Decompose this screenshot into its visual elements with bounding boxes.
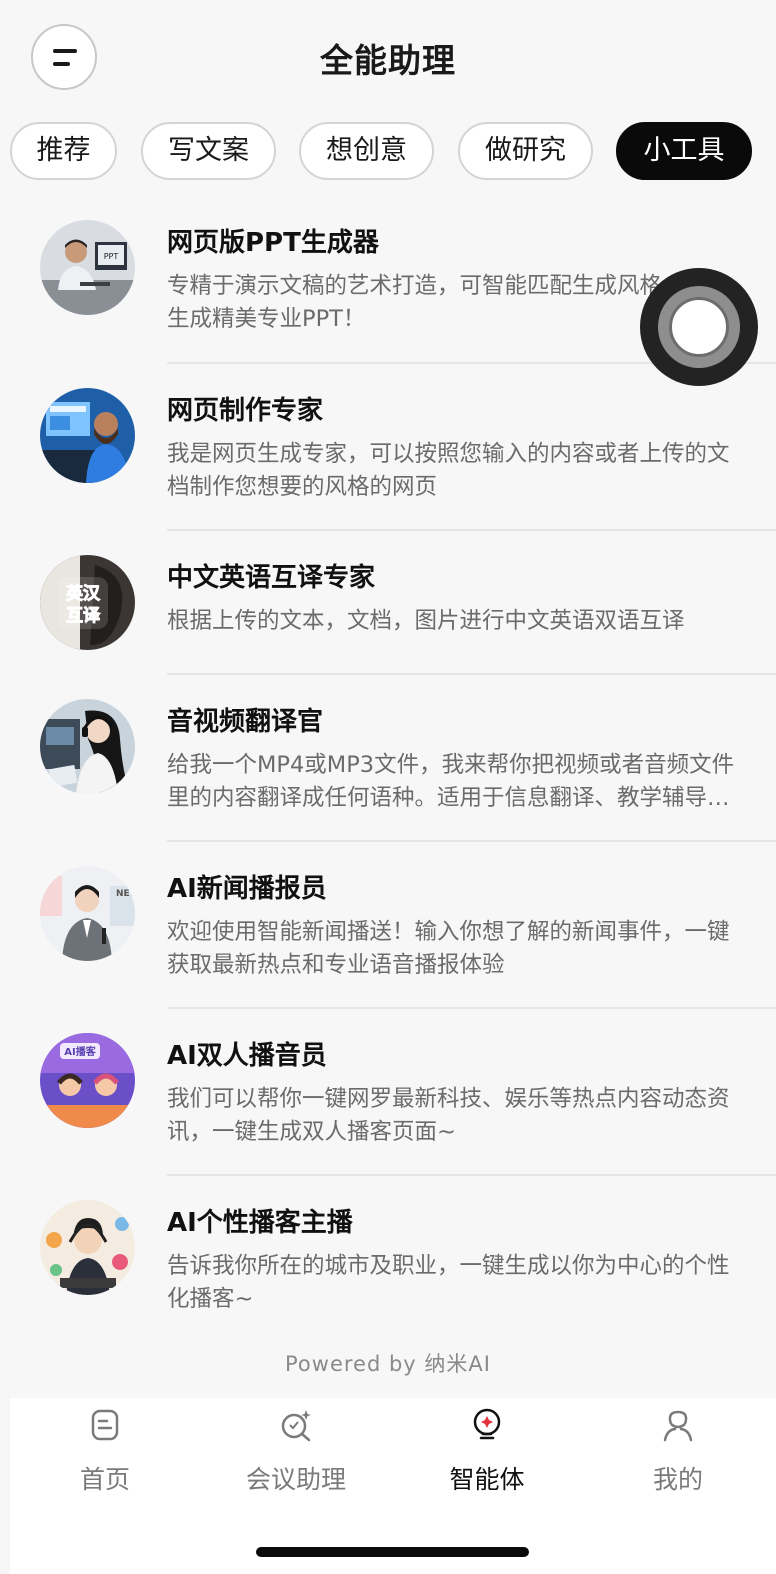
agent-description: 欢迎使用智能新闻播送！输入你想了解的新闻事件，一键获取最新热点和专业语音播报体验 [167,919,730,978]
profile-icon [663,1410,693,1442]
headset-translator-avatar [40,699,135,794]
agent-description: 给我一个MP4或MP3文件，我来帮你把视频或者音频文件里的内容翻译成任何语种。适… [167,752,735,811]
page-title: 全能助理 [320,41,456,80]
meeting-search-icon [281,1410,311,1442]
list-item[interactable]: 英汉 互译 中文英语互译专家 根据上传的文本，文档，图片进行中文英语双语互译 [0,531,776,675]
podcast-avatar-text: AI播客 [64,1045,96,1058]
nav-profile-label: 我的 [652,1465,703,1494]
agent-title: AI新闻播报员 [167,874,327,904]
header: 全能助理 [0,0,776,112]
nav-meeting[interactable]: 会议助理 [201,1398,391,1508]
svg-text:互译: 互译 [66,606,101,626]
agent-description: 告诉我你所在的城市及职业，一键生成以你为中心的个性化播客~ [167,1253,730,1312]
nav-agents-label: 智能体 [449,1465,525,1494]
web-developer-avatar [40,388,135,483]
news-anchor-avatar: NEWS [40,866,135,961]
ppt-presenter-avatar: PPT [40,220,135,315]
tab-recommend[interactable]: 推荐 [10,122,117,180]
bulb-agent-icon [473,1408,501,1440]
nav-profile[interactable]: 我的 [583,1398,773,1508]
agent-description: 我是网页生成专家，可以按照您输入的内容或者上传的文档制作您想要的风格的网页 [167,441,730,500]
tab-copywriting[interactable]: 写文案 [141,122,276,180]
floating-assistant-button[interactable] [640,268,758,386]
agent-title: 中文英语互译专家 [167,563,376,593]
svg-text:PPT: PPT [104,252,119,261]
personal-podcast-avatar [40,1200,135,1295]
agent-description: 我们可以帮你一键网罗最新科技、娱乐等热点内容动态资讯，一键生成双人播客页面~ [167,1086,730,1145]
agent-title: AI双人播音员 [167,1041,327,1071]
tab-tools[interactable]: 小工具 [616,122,752,180]
list-item[interactable]: NEWS AI新闻播报员 欢迎使用智能新闻播送！输入你想了解的新闻事件，一键获取… [0,842,776,1009]
category-tabs: 推荐 写文案 想创意 做研究 小工具 [0,122,776,182]
tab-ideas[interactable]: 想创意 [299,122,434,180]
floating-button-core [669,297,729,357]
dual-podcast-avatar: AI播客 [40,1033,135,1128]
app-page: 全能助理 推荐 写文案 想创意 做研究 小工具 PPT 网页版PPT生成器 专精… [0,0,776,1574]
home-doc-icon [91,1409,119,1441]
tab-research[interactable]: 做研究 [458,122,593,180]
list-item[interactable]: 音视频翻译官 给我一个MP4或MP3文件，我来帮你把视频或者音频文件里的内容翻译… [0,675,776,842]
list-item[interactable]: 网页制作专家 我是网页生成专家，可以按照您输入的内容或者上传的文档制作您想要的风… [0,364,776,531]
translate-badge-avatar: 英汉 互译 [40,555,135,650]
nav-home[interactable]: 首页 [10,1398,200,1508]
agent-title: 网页版PPT生成器 [167,228,379,258]
news-avatar-text: NEWS [116,889,135,899]
agent-description: 根据上传的文本，文档，图片进行中文英语双语互译 [167,608,685,634]
agent-title: 音视频翻译官 [167,707,324,737]
nav-agents[interactable]: 智能体 [392,1398,582,1508]
agent-title: 网页制作专家 [167,396,324,426]
agent-title: AI个性播客主播 [167,1208,353,1238]
nav-meeting-label: 会议助理 [245,1465,346,1494]
powered-by-text: Powered by 纳米AI [285,1352,491,1376]
svg-text:英汉: 英汉 [66,583,101,604]
list-item[interactable]: AI个性播客主播 告诉我你所在的城市及职业，一键生成以你为中心的个性化播客~ [0,1176,776,1326]
home-indicator [256,1547,529,1557]
list-item[interactable]: AI播客 AI双人播音员 我们可以帮你一键网罗最新科技、娱乐等热点内容动态资讯，… [0,1009,776,1176]
nav-home-label: 首页 [79,1465,130,1494]
